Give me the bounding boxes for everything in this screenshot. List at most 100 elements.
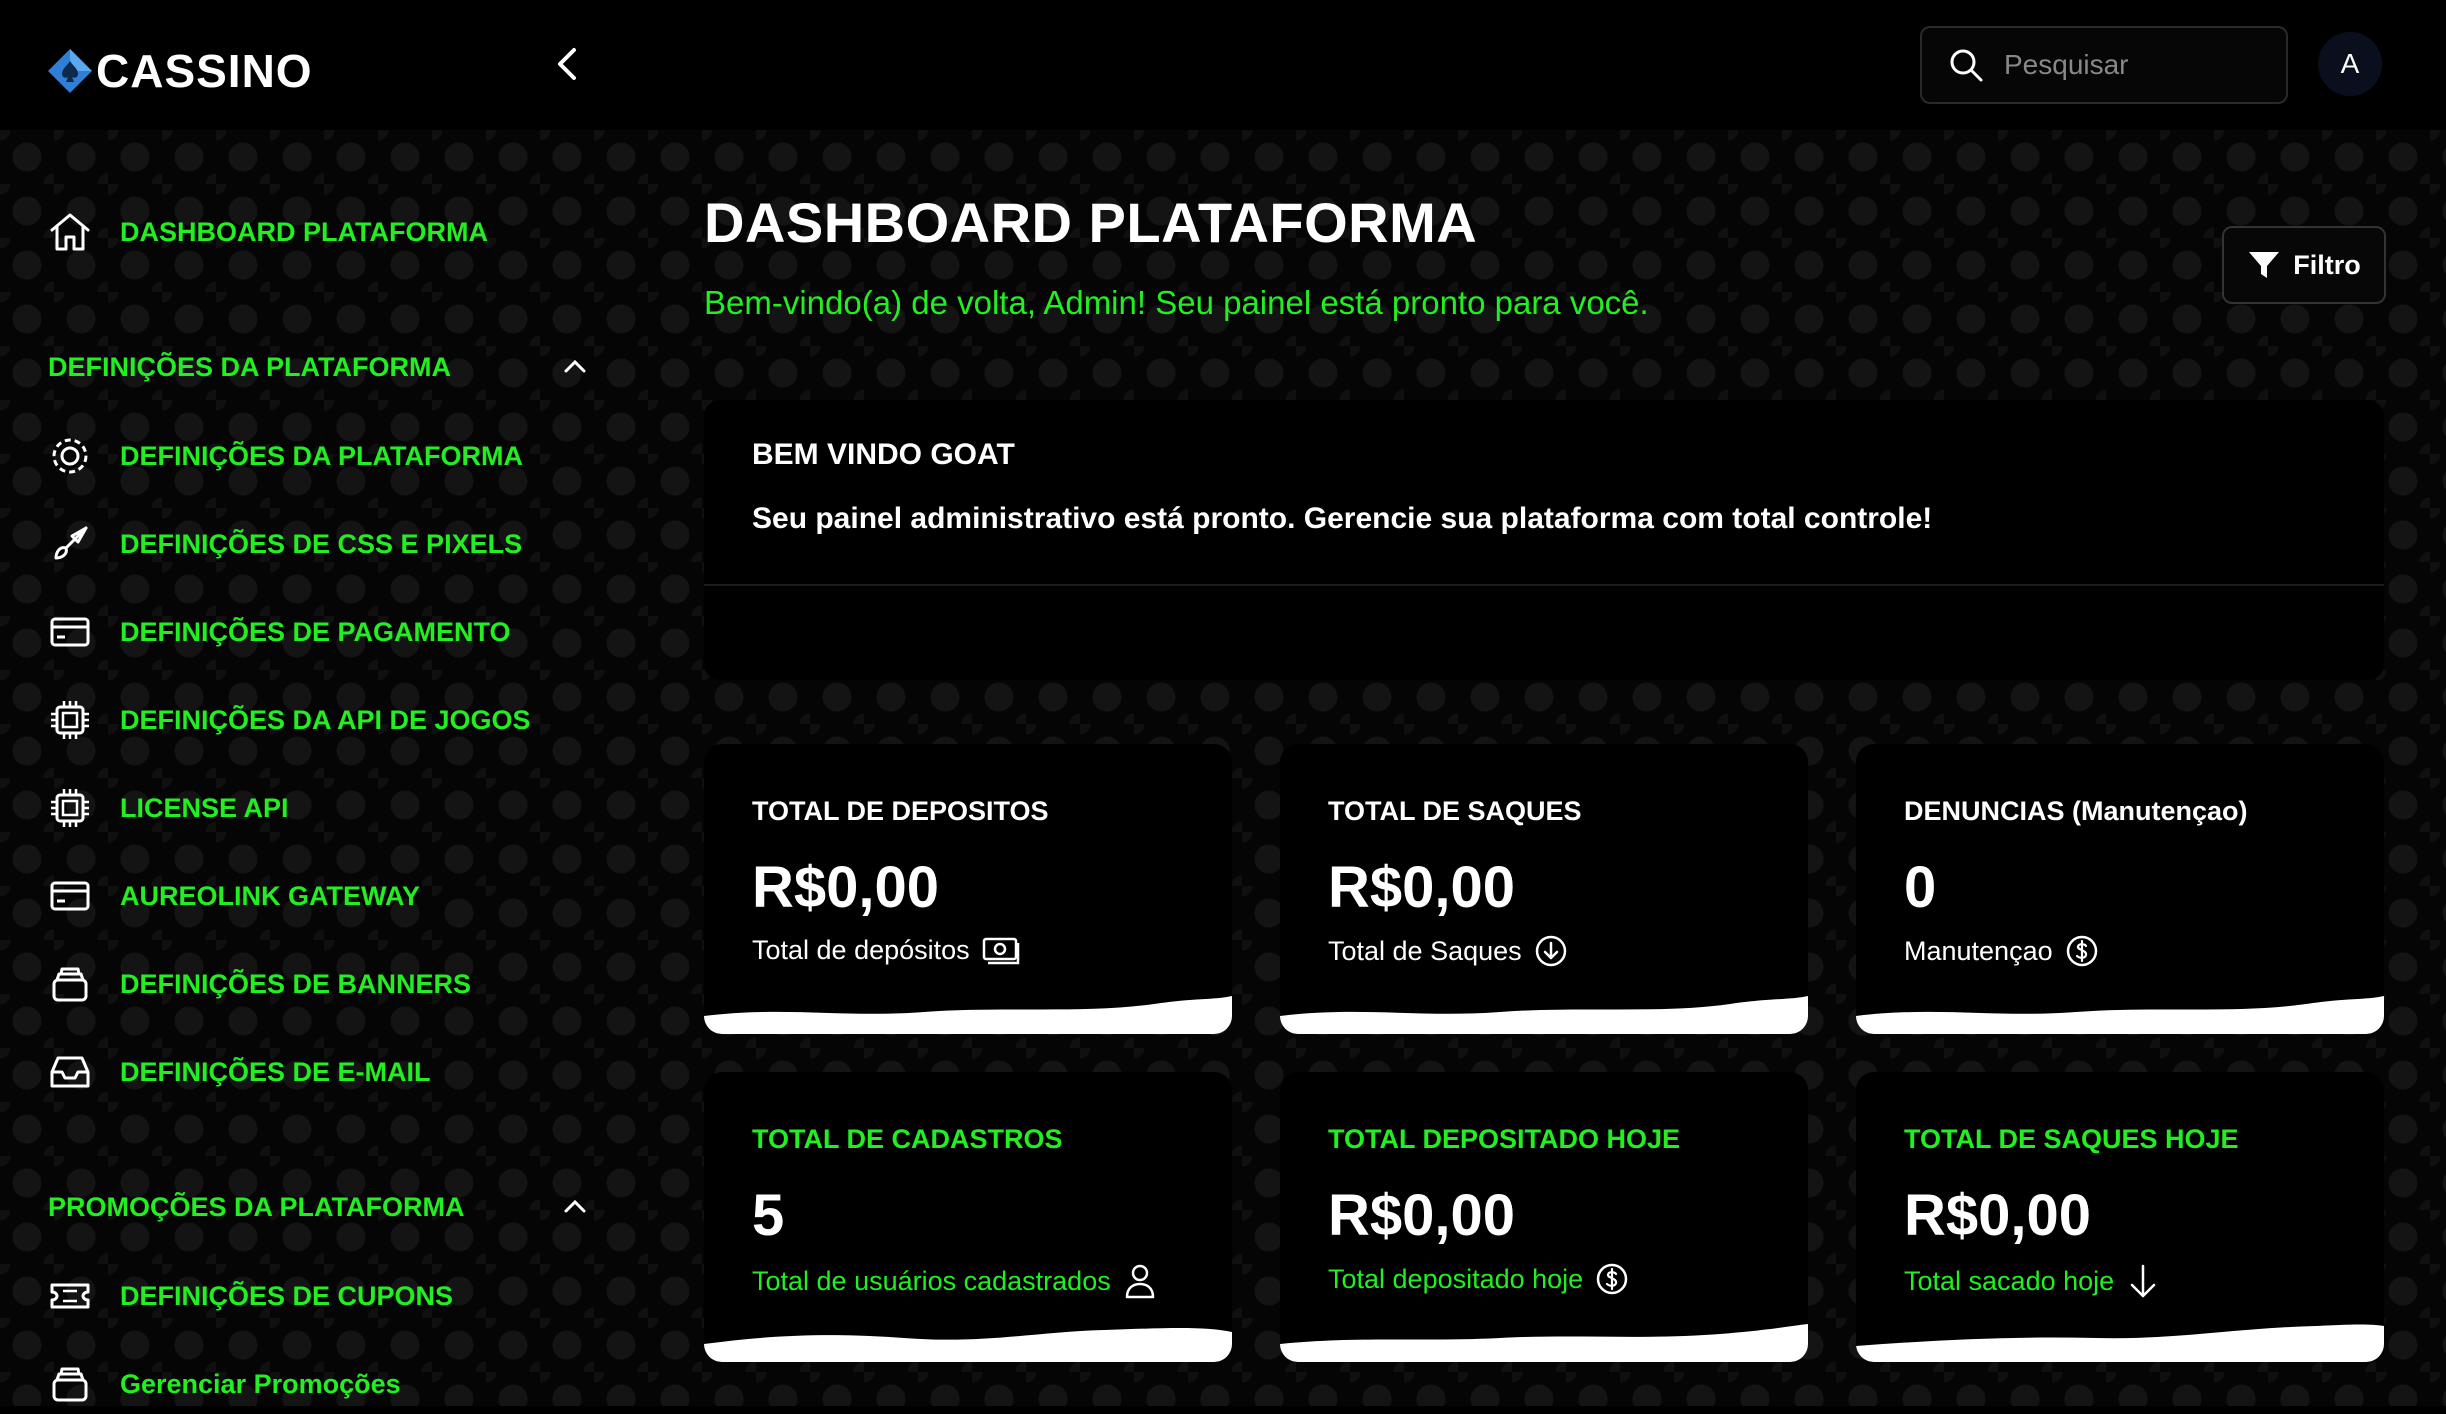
chevron-left-icon xyxy=(558,48,576,80)
user-icon xyxy=(1125,1264,1154,1299)
sidebar-item-pagamento[interactable]: DEFINIÇÕES DE PAGAMENTO xyxy=(46,602,511,662)
stat-value: R$0,00 xyxy=(1328,1183,1516,1248)
ticket-icon xyxy=(46,1272,94,1320)
gear-icon xyxy=(46,432,94,480)
money-icon xyxy=(982,937,1019,965)
avatar[interactable]: A xyxy=(2318,32,2382,96)
credit-card-icon xyxy=(46,608,94,656)
stack-icon xyxy=(46,1360,94,1408)
logo[interactable]: CASSINO xyxy=(46,44,313,98)
stat-card-total-depositos: TOTAL DE DEPOSITOS R$0,00 Total de depós… xyxy=(704,744,1232,1034)
sidebar-item-cupons[interactable]: DEFINIÇÕES DE CUPONS xyxy=(46,1266,453,1326)
filter-button[interactable]: Filtro xyxy=(2222,226,2386,304)
card-wave xyxy=(1856,996,2384,1034)
card-wave xyxy=(704,1328,1232,1362)
stat-label: TOTAL DE SAQUES HOJE xyxy=(1904,1124,2239,1154)
section-label: PROMOÇÕES DA PLATAFORMA xyxy=(48,1191,465,1222)
stat-label: TOTAL DE CADASTROS xyxy=(752,1124,1063,1154)
stat-desc-text: Total de Saques xyxy=(1328,935,1522,966)
chip-icon xyxy=(46,784,94,832)
section-promocoes-toggle[interactable]: PROMOÇÕES DA PLATAFORMA xyxy=(48,1182,588,1232)
card-wave xyxy=(704,996,1232,1034)
stat-card-total-saques: TOTAL DE SAQUES R$0,00 Total de Saques xyxy=(1280,744,1808,1034)
sidebar-item-promocoes[interactable]: Gerenciar Promoções xyxy=(46,1354,401,1414)
collapse-sidebar-button[interactable] xyxy=(548,40,588,88)
stat-desc: Total de Saques xyxy=(1328,934,1568,968)
sidebar-item-label: Gerenciar Promoções xyxy=(120,1368,401,1399)
sidebar-item-label: DASHBOARD PLATAFORMA xyxy=(120,216,488,247)
stat-desc: Total de usuários cadastrados xyxy=(752,1262,1157,1300)
stat-desc-text: Total de usuários cadastrados xyxy=(752,1265,1111,1296)
section-plataforma-toggle[interactable]: DEFINIÇÕES DA PLATAFORMA xyxy=(48,342,588,392)
stat-desc-text: Manutençao xyxy=(1904,935,2053,966)
page-title: DASHBOARD PLATAFORMA xyxy=(704,191,1478,254)
inbox-icon xyxy=(46,1048,94,1096)
page-subtitle: Bem-vindo(a) de volta, Admin! Seu painel… xyxy=(704,284,1649,321)
stat-desc-text: Total de depósitos xyxy=(752,934,970,965)
stat-value: R$0,00 xyxy=(752,855,940,920)
chevron-up-icon xyxy=(564,359,586,373)
sidebar-item-plataforma[interactable]: DEFINIÇÕES DA PLATAFORMA xyxy=(46,426,523,486)
arrow-down-circle-icon xyxy=(1535,935,1566,967)
sidebar-item-label: DEFINIÇÕES DE BANNERS xyxy=(120,968,472,999)
sidebar-item-label: DEFINIÇÕES DE CSS E PIXELS xyxy=(120,528,523,559)
filter-icon xyxy=(2249,252,2280,278)
welcome-text: Seu painel administrativo está pronto. G… xyxy=(752,502,1933,535)
sidebar-item-banners[interactable]: DEFINIÇÕES DE BANNERS xyxy=(46,954,471,1014)
logo-diamond-icon xyxy=(48,49,92,93)
dollar-circle-icon xyxy=(2066,935,2097,967)
sidebar-item-api-jogos[interactable]: DEFINIÇÕES DA API DE JOGOS xyxy=(46,690,531,750)
search-box[interactable] xyxy=(1920,26,2288,104)
sidebar-item-aureolink[interactable]: AUREOLINK GATEWAY xyxy=(46,866,420,926)
credit-card-icon xyxy=(46,872,94,920)
sidebar: DASHBOARD PLATAFORMA DEFINIÇÕES DA PLATA… xyxy=(0,130,640,1406)
sidebar-item-dashboard[interactable]: DASHBOARD PLATAFORMA xyxy=(46,202,488,262)
logo-text: CASSINO xyxy=(96,45,313,97)
dollar-circle-icon xyxy=(1596,1263,1628,1295)
stack-icon xyxy=(46,960,94,1008)
stat-card-depositado-hoje: TOTAL DEPOSITADO HOJE R$0,00 Total depos… xyxy=(1280,1072,1808,1362)
stat-card-total-cadastros: TOTAL DE CADASTROS 5 Total de usuários c… xyxy=(704,1072,1232,1362)
stat-card-denuncias: DENUNCIAS (Manutençao) 0 Manutençao xyxy=(1856,744,2384,1034)
sidebar-item-label: DEFINIÇÕES DA API DE JOGOS xyxy=(120,704,531,735)
stat-desc: Total depositado hoje xyxy=(1328,1262,1629,1296)
divider xyxy=(704,584,2384,586)
top-header: CASSINO A xyxy=(0,0,2446,130)
home-icon xyxy=(46,208,94,256)
sidebar-item-label: AUREOLINK GATEWAY xyxy=(120,880,421,911)
stat-label: TOTAL DE SAQUES xyxy=(1328,796,1582,826)
chip-icon xyxy=(46,696,94,744)
card-wave xyxy=(1856,1324,2384,1362)
card-wave xyxy=(1280,996,1808,1034)
brush-icon xyxy=(46,520,94,568)
stat-value: 5 xyxy=(752,1183,785,1248)
card-wave xyxy=(1280,1324,1808,1362)
stat-desc: Total de depósitos xyxy=(752,934,1020,966)
sidebar-item-email[interactable]: DEFINIÇÕES DE E-MAIL xyxy=(46,1042,431,1102)
stat-card-saques-hoje: TOTAL DE SAQUES HOJE R$0,00 Total sacado… xyxy=(1856,1072,2384,1362)
sidebar-item-label: DEFINIÇÕES DE CUPONS xyxy=(120,1280,454,1311)
stat-desc-text: Total sacado hoje xyxy=(1904,1265,2115,1296)
stat-label: DENUNCIAS (Manutençao) xyxy=(1904,796,2248,826)
stat-desc-text: Total depositado hoje xyxy=(1328,1263,1584,1294)
arrow-down-icon xyxy=(2130,1264,2156,1298)
sidebar-item-license-api[interactable]: LICENSE API xyxy=(46,778,289,838)
stat-label: TOTAL DEPOSITADO HOJE xyxy=(1328,1124,1681,1154)
search-input[interactable] xyxy=(2002,48,2266,82)
avatar-initial: A xyxy=(2340,48,2360,79)
sidebar-item-label: DEFINIÇÕES DA PLATAFORMA xyxy=(120,440,523,471)
stat-value: R$0,00 xyxy=(1904,1183,2092,1248)
welcome-card: BEM VINDO GOAT Seu painel administrativo… xyxy=(704,400,2384,680)
filter-label: Filtro xyxy=(2293,249,2361,280)
stat-desc: Total sacado hoje xyxy=(1904,1262,2160,1300)
sidebar-item-label: DEFINIÇÕES DE PAGAMENTO xyxy=(120,616,511,647)
stat-desc: Manutençao xyxy=(1904,934,2099,968)
sidebar-item-label: LICENSE API xyxy=(120,792,289,823)
welcome-title: BEM VINDO GOAT xyxy=(752,438,1015,471)
section-label: DEFINIÇÕES DA PLATAFORMA xyxy=(48,351,451,382)
sidebar-item-label: DEFINIÇÕES DE E-MAIL xyxy=(120,1056,431,1087)
stat-label: TOTAL DE DEPOSITOS xyxy=(752,796,1049,826)
stat-value: 0 xyxy=(1904,855,1937,920)
chevron-up-icon xyxy=(564,1199,586,1213)
sidebar-item-css-pixels[interactable]: DEFINIÇÕES DE CSS E PIXELS xyxy=(46,514,522,574)
